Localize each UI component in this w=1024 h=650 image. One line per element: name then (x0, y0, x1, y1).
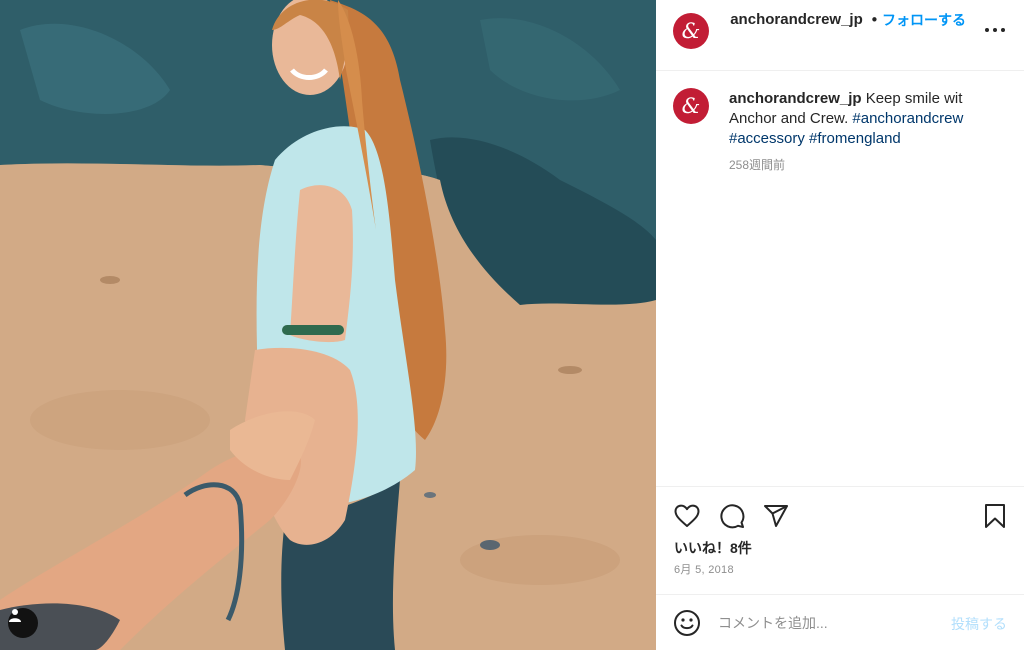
post-comment-button[interactable]: 投稿する (951, 614, 1007, 634)
follow-button[interactable]: フォローする (882, 10, 966, 30)
beach-photo-illustration (0, 0, 656, 650)
hashtag-link[interactable]: #fromengland (809, 130, 901, 147)
heart-icon (674, 504, 700, 527)
post-photo[interactable] (0, 0, 656, 650)
post-actions: いいね！8件 6月 5, 2018 (656, 486, 1024, 594)
more-horizontal-icon (985, 28, 1005, 32)
share-icon (764, 505, 788, 527)
user-tag-button[interactable] (8, 608, 38, 638)
more-options-button[interactable] (984, 22, 1006, 38)
save-button[interactable] (981, 502, 1009, 530)
emoji-button[interactable] (673, 609, 701, 637)
caption-text: anchorandcrew_jp Keep smile wit Anchor a… (729, 89, 999, 149)
post-date[interactable]: 6月 5, 2018 (674, 561, 734, 577)
hashtag-link[interactable]: #anchorandcrew (852, 110, 963, 127)
comment-icon (720, 504, 745, 529)
comment-button[interactable] (718, 502, 746, 530)
post-side-panel: & anchorandcrew_jp • フォローする & anchorandc… (656, 0, 1024, 650)
separator-dot: • (870, 11, 879, 29)
post-header: & anchorandcrew_jp • フォローする (656, 0, 1024, 71)
hashtag-link[interactable]: #accessory (729, 130, 805, 147)
comment-bar: 投稿する (656, 594, 1024, 650)
person-icon (9, 609, 21, 622)
header-username[interactable]: anchorandcrew_jp (729, 10, 864, 30)
share-button[interactable] (762, 502, 790, 530)
caption-avatar[interactable]: & (673, 88, 709, 124)
comment-input[interactable] (718, 611, 938, 635)
like-button[interactable] (673, 502, 701, 530)
likes-count[interactable]: いいね！8件 (674, 538, 752, 558)
caption-timestamp[interactable]: 258週間前 (729, 156, 785, 173)
avatar[interactable]: & (673, 13, 709, 49)
emoji-icon (674, 610, 700, 636)
caption-username[interactable]: anchorandcrew_jp (729, 90, 862, 107)
bookmark-icon (985, 504, 1005, 528)
